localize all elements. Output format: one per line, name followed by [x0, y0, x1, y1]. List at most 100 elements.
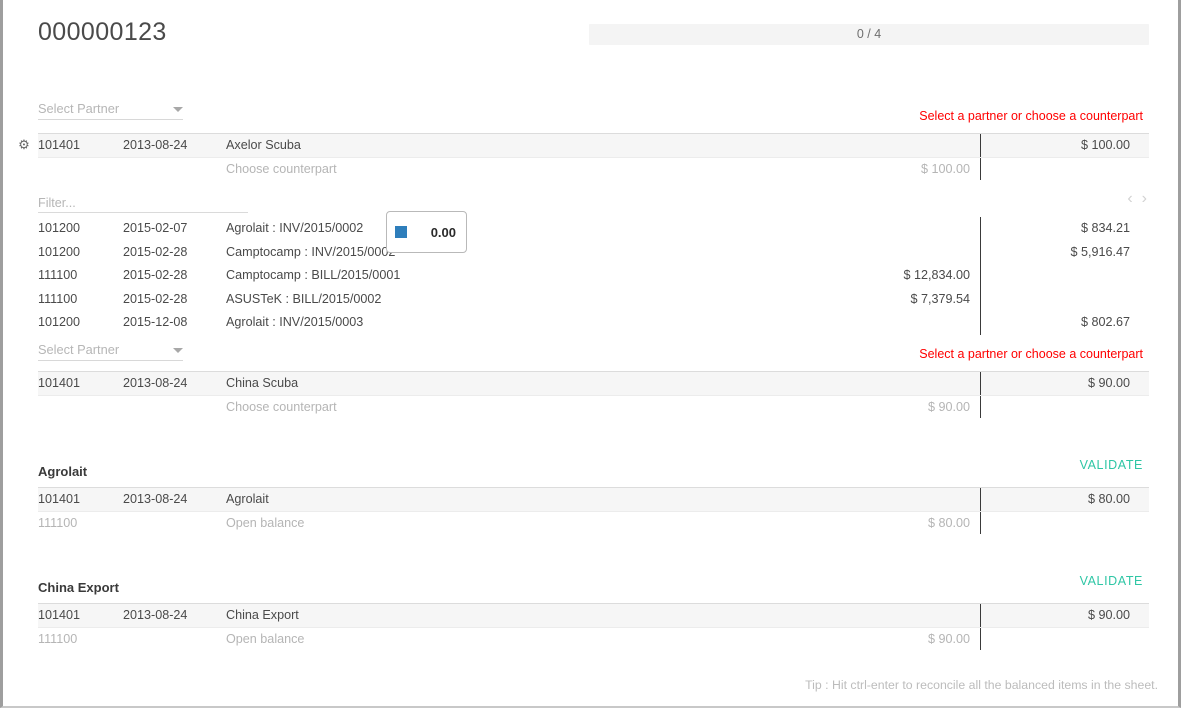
- cell-label: Open balance: [226, 631, 305, 646]
- lines-table-agrolait: 101401 2013-08-24 Agrolait $ 80.00 111100 Ope…: [38, 487, 1149, 534]
- cell-account: 101401: [38, 492, 81, 506]
- cell-label: Choose counterpart: [226, 161, 337, 176]
- cell-debit: $ 90.00: [927, 399, 970, 414]
- table-row[interactable]: ⚙ 101401 2013-08-24 Axelor Scuba $ 100.00: [18, 133, 1149, 157]
- cell-debit: $ 12,834.00: [903, 268, 970, 282]
- cell-label: Agrolait : INV/2015/0002: [226, 221, 364, 235]
- debit-credit-divider: [980, 372, 981, 395]
- partner-select-axelor-scuba[interactable]: Select Partner: [38, 100, 183, 120]
- filter-input[interactable]: Filter...: [38, 194, 248, 213]
- chevron-left-icon[interactable]: ‹: [1127, 190, 1141, 207]
- progress-count: 0 / 4: [856, 27, 882, 41]
- page-title: 000000123: [38, 18, 167, 46]
- proposal-lines-table: 101200 2015-02-07 Agrolait : INV/2015/0002…: [38, 217, 1149, 335]
- cell-credit: $ 90.00: [1087, 376, 1130, 390]
- cell-label: Open balance: [226, 515, 305, 530]
- debit-credit-divider: [980, 511, 981, 534]
- cell-account: 101200: [38, 315, 81, 329]
- partner-select-placeholder: Select Partner: [38, 342, 120, 357]
- cell-label: China Export: [226, 608, 299, 622]
- validate-button-agrolait[interactable]: VALIDATE: [1080, 458, 1143, 472]
- cell-account: 101200: [38, 221, 81, 235]
- cell-debit: $ 7,379.54: [910, 291, 970, 306]
- chevron-down-icon[interactable]: [173, 348, 183, 353]
- partner-select-placeholder: Select Partner: [38, 101, 120, 116]
- cell-date: 2015-02-28: [123, 268, 188, 282]
- blue-square-swatch-icon: [395, 226, 407, 238]
- cell-account: 111100: [38, 515, 78, 530]
- cell-label: Agrolait : INV/2015/0003: [226, 315, 364, 329]
- cell-label: Choose counterpart: [226, 399, 337, 414]
- cell-date: 2013-08-24: [123, 138, 188, 152]
- progress-bar: 0 / 4: [589, 24, 1149, 45]
- lines-table-china-scuba: 101401 2013-08-24 China Scuba $ 90.00 Choose…: [38, 371, 1149, 418]
- debit-credit-divider: [980, 287, 981, 311]
- cell-label: Camptocamp : INV/2015/0002: [226, 244, 396, 259]
- popup-amount-value: 0.00: [430, 224, 456, 240]
- partner-select-china-scuba[interactable]: Select Partner: [38, 341, 183, 361]
- proposal-row[interactable]: 101200 2015-12-08 Agrolait : INV/2015/0003…: [38, 311, 1149, 335]
- cell-credit: $ 80.00: [1087, 492, 1130, 506]
- gear-icon[interactable]: ⚙: [17, 138, 31, 152]
- proposal-row[interactable]: 101200 2015-02-07 Agrolait : INV/2015/0002…: [38, 217, 1149, 241]
- proposal-row[interactable]: 111100 2015-02-28 Camptocamp : BILL/2015/0…: [38, 264, 1149, 288]
- table-row[interactable]: 101401 2013-08-24 China Scuba $ 90.00: [38, 371, 1149, 395]
- cell-credit: $ 802.67: [1080, 315, 1130, 329]
- validate-button-china-export[interactable]: VALIDATE: [1080, 574, 1143, 588]
- cell-label: Camptocamp : BILL/2015/0001: [226, 268, 401, 282]
- cell-account: 111100: [38, 268, 78, 282]
- debit-credit-divider: [980, 395, 981, 418]
- cell-credit: $ 5,916.47: [1070, 244, 1130, 259]
- debit-credit-divider: [980, 604, 981, 627]
- table-row[interactable]: 101401 2013-08-24 Agrolait $ 80.00: [38, 487, 1149, 511]
- cell-date: 2015-02-07: [123, 221, 188, 235]
- cell-date: 2013-08-24: [123, 608, 188, 622]
- debit-credit-divider: [980, 311, 981, 335]
- cell-credit: $ 100.00: [1080, 138, 1130, 152]
- cell-debit: $ 100.00: [920, 161, 970, 176]
- cell-label: Axelor Scuba: [226, 138, 301, 152]
- table-row[interactable]: 111100 Open balance $ 80.00: [38, 510, 1149, 534]
- cell-account: 111100: [38, 631, 78, 646]
- cell-label: Agrolait: [226, 492, 269, 506]
- cell-account: 101401: [38, 138, 81, 152]
- cell-date: 2013-08-24: [123, 492, 188, 506]
- group-title-agrolait: Agrolait: [38, 464, 88, 479]
- header: 000000123 0 / 4: [3, 0, 1178, 70]
- cell-account: 101401: [38, 608, 81, 622]
- cell-debit: $ 90.00: [927, 631, 970, 646]
- cell-account: 111100: [38, 291, 78, 306]
- partner-warning-axelor-scuba: Select a partner or choose a counterpart: [919, 109, 1143, 123]
- debit-credit-divider: [980, 240, 981, 264]
- table-row[interactable]: 111100 Open balance $ 90.00: [38, 626, 1149, 650]
- proposal-row[interactable]: 101200 2015-02-28 Camptocamp : INV/2015/00…: [38, 240, 1149, 264]
- cell-date: 2015-02-28: [123, 291, 188, 306]
- debit-credit-divider: [980, 157, 981, 180]
- chevron-down-icon[interactable]: [173, 107, 183, 112]
- debit-credit-divider: [980, 217, 981, 241]
- table-row[interactable]: Choose counterpart $ 90.00: [38, 394, 1149, 418]
- chevron-right-icon[interactable]: ›: [1142, 190, 1156, 207]
- cell-account: 101200: [38, 244, 81, 259]
- cell-debit: $ 80.00: [927, 515, 970, 530]
- cell-credit: $ 90.00: [1087, 608, 1130, 622]
- lines-table-china-export: 101401 2013-08-24 China Export $ 90.00 11110…: [38, 603, 1149, 650]
- cell-date: 2015-12-08: [123, 315, 188, 329]
- debit-credit-divider: [980, 264, 981, 288]
- proposal-row[interactable]: 111100 2015-02-28 ASUSTeK : BILL/2015/0002…: [38, 287, 1149, 311]
- cell-label: ASUSTeK : BILL/2015/0002: [226, 291, 382, 306]
- debit-credit-divider: [980, 134, 981, 157]
- table-row[interactable]: 101401 2013-08-24 China Export $ 90.00: [38, 603, 1149, 627]
- tip-text: Tip : Hit ctrl-enter to reconcile all th…: [805, 678, 1158, 692]
- partner-warning-china-scuba: Select a partner or choose a counterpart: [919, 347, 1143, 361]
- amount-popup[interactable]: 0.00: [386, 211, 467, 253]
- cell-label: China Scuba: [226, 376, 299, 390]
- cell-date: 2013-08-24: [123, 376, 188, 390]
- debit-credit-divider: [980, 488, 981, 511]
- group-title-china-export: China Export: [38, 580, 119, 595]
- reconciliation-widget: 000000123 0 / 4 Select Partner Select a p…: [0, 0, 1181, 708]
- pager[interactable]: ‹›: [1127, 190, 1156, 208]
- table-row[interactable]: Choose counterpart $ 100.00: [38, 156, 1149, 180]
- cell-account: 101401: [38, 376, 81, 390]
- filter-placeholder: Filter...: [38, 196, 76, 210]
